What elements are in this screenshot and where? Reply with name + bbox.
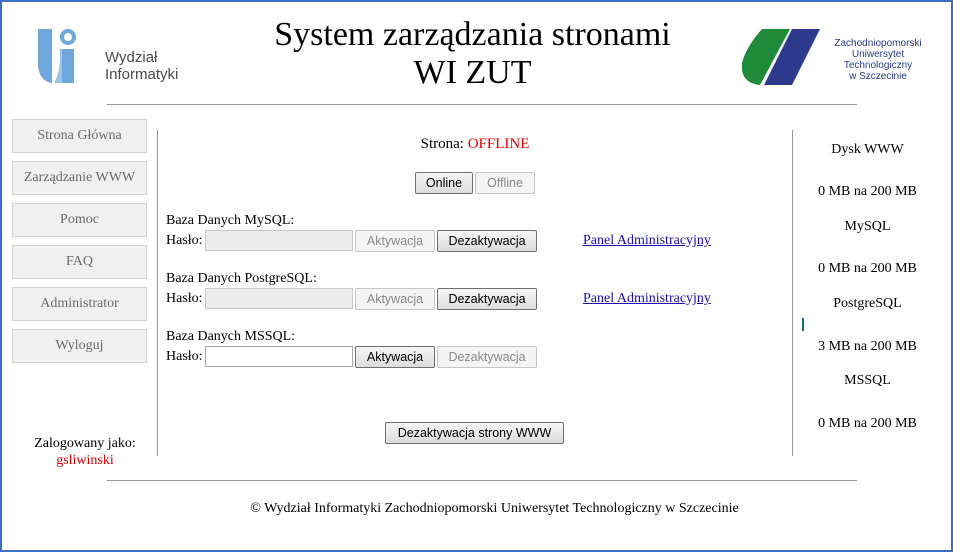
wi-logo-line1: Wydział xyxy=(105,49,158,66)
mssql-deactivate-button[interactable]: Dezaktywacja xyxy=(437,346,537,368)
postgresql-password-label: Hasło: xyxy=(166,291,203,306)
sidebar-item-faq[interactable]: FAQ xyxy=(12,245,147,279)
sidebar-item-logout[interactable]: Wyloguj xyxy=(12,329,147,363)
page-title-line2: WI ZUT xyxy=(413,54,532,91)
postgresql-title: PostgreSQL xyxy=(833,296,902,311)
mysql-password-label: Hasło: xyxy=(166,233,203,248)
wi-logo-line2: Informatyki xyxy=(105,66,179,83)
header-divider xyxy=(107,104,857,105)
footer-divider xyxy=(107,480,857,481)
zut-logo-icon xyxy=(741,29,820,85)
offline-button[interactable]: Offline xyxy=(475,172,535,194)
deactivate-site-button[interactable]: Dezaktywacja strony WWW xyxy=(385,422,564,444)
page-title-line1: System zarządzania stronami xyxy=(274,16,671,53)
left-divider xyxy=(157,130,158,456)
mysql-admin-panel-link[interactable]: Panel Administracyjny xyxy=(583,233,711,249)
mysql-activate-button[interactable]: Aktywacja xyxy=(355,230,435,252)
right-divider xyxy=(792,130,793,456)
postgresql-usage: 3 MB na 200 MB xyxy=(818,339,917,354)
disk-www-usage: 0 MB na 200 MB xyxy=(818,184,917,199)
mssql-label: Baza Danych MSSQL: xyxy=(166,329,296,344)
text-cursor xyxy=(802,318,804,331)
zut-logo-line2: Uniwersytet xyxy=(851,49,905,60)
wi-logo-icon xyxy=(38,29,76,83)
status-label: Strona: xyxy=(420,136,464,152)
sidebar-item-administrator[interactable]: Administrator xyxy=(12,287,147,321)
mssql-activate-button[interactable]: Aktywacja xyxy=(355,346,435,368)
mssql-password-label: Hasło: xyxy=(166,349,203,364)
postgresql-admin-panel-link[interactable]: Panel Administracyjny xyxy=(583,291,711,307)
username: gsliwinski xyxy=(56,453,114,468)
mysql-deactivate-button[interactable]: Dezaktywacja xyxy=(437,230,537,252)
sidebar-item-www-management[interactable]: Zarządzanie WWW xyxy=(12,161,147,195)
postgresql-activate-button[interactable]: Aktywacja xyxy=(355,288,435,310)
logged-as-label: Zalogowany jako: xyxy=(34,436,136,451)
mysql-label: Baza Danych MySQL: xyxy=(166,213,295,228)
postgresql-deactivate-button[interactable]: Dezaktywacja xyxy=(437,288,537,310)
wi-logo: Wydział Informatyki xyxy=(38,27,198,89)
mssql-title: MSSQL xyxy=(844,373,891,388)
online-button[interactable]: Online xyxy=(415,172,473,194)
zut-logo: Zachodniopomorski Uniwersytet Technologi… xyxy=(740,27,940,89)
mysql-usage: 0 MB na 200 MB xyxy=(818,261,917,276)
mssql-usage: 0 MB na 200 MB xyxy=(818,416,917,431)
zut-logo-line3: Technologiczny xyxy=(843,60,913,71)
site-status: Strona: OFFLINE xyxy=(158,136,792,153)
sidebar-nav: Strona Główna Zarządzanie WWW Pomoc FAQ … xyxy=(12,119,147,371)
mysql-password-field[interactable] xyxy=(205,230,353,251)
sidebar-item-help[interactable]: Pomoc xyxy=(12,203,147,237)
page-title: System zarządzania stronami WI ZUT xyxy=(230,16,715,92)
zut-logo-line4: w Szczecinie xyxy=(849,71,907,82)
zut-logo-line1: Zachodniopomorski xyxy=(834,38,922,49)
login-info: Zalogowany jako: gsliwinski xyxy=(20,435,150,469)
mssql-password-field[interactable] xyxy=(205,346,353,367)
status-value: OFFLINE xyxy=(467,136,530,152)
mysql-title: MySQL xyxy=(844,219,891,234)
postgresql-password-field[interactable] xyxy=(205,288,353,309)
footer-text: © Wydział Informatyki Zachodniopomorski … xyxy=(250,501,739,516)
disk-www-title: Dysk WWW xyxy=(831,142,904,157)
postgresql-label: Baza Danych PostgreSQL: xyxy=(166,271,317,286)
sidebar-item-home[interactable]: Strona Główna xyxy=(12,119,147,153)
